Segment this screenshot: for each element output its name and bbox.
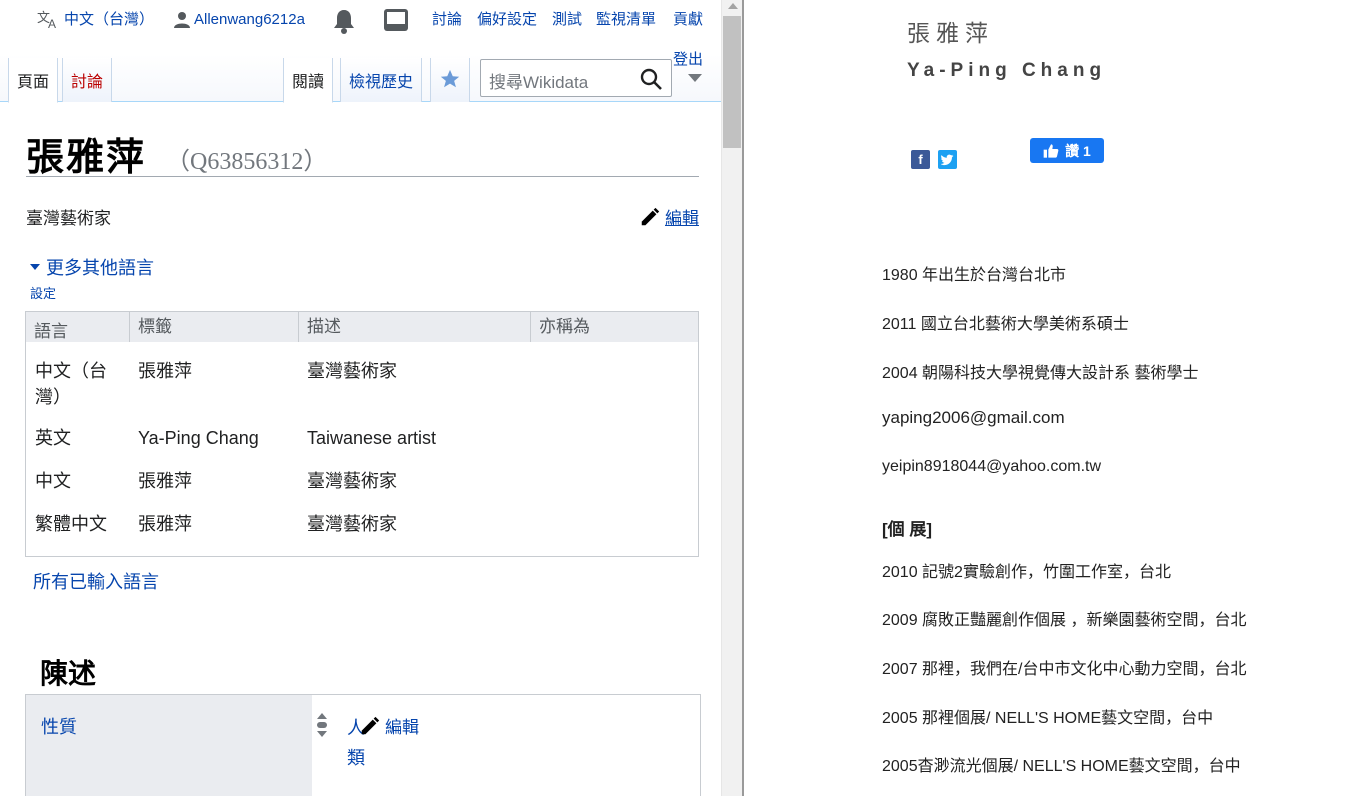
language-table: 語言 標籤 描述 亦稱為 中文（台灣） 張雅萍 臺灣藝術家 英文 Ya-Ping… (25, 311, 699, 557)
bio-line: 1980 年出生於台灣台北市 (882, 267, 1067, 284)
title-divider (26, 176, 699, 177)
svg-text:A: A (48, 17, 56, 30)
column-header-language: 語言 (34, 322, 68, 341)
search-placeholder: 搜尋Wikidata (489, 73, 589, 92)
table-cell-description: 臺灣藝術家 (307, 514, 397, 534)
tab-read[interactable]: 閱讀 (283, 58, 334, 103)
edit-label: 編輯 (665, 209, 699, 228)
statement-group: 性質 人類 編輯 (25, 694, 701, 796)
exhibition-item: 2005杳渺流光個展/ NELL'S HOME藝文空間，台中 (882, 758, 1241, 775)
more-actions-chevron-down-icon[interactable] (688, 74, 702, 82)
column-header-label: 標籤 (129, 312, 172, 342)
edit-statement-button[interactable]: 編輯 (359, 713, 419, 738)
artist-name-english: Ya-Ping Chang (907, 60, 1107, 81)
column-header-aliases: 亦稱為 (530, 312, 590, 342)
language-settings-link[interactable]: 設定 (30, 283, 56, 302)
email-line: yaping2006@gmail.com (882, 408, 1065, 427)
bio-line: 2004 朝陽科技大學視覺傳大設計系 藝術學士 (882, 365, 1199, 382)
inbox-icon (384, 9, 408, 31)
item-description: 臺灣藝術家 (26, 209, 111, 228)
bio-line: 2011 國立台北藝術大學美術系碩士 (882, 316, 1129, 333)
language-table-header (26, 312, 698, 342)
twitter-icon[interactable] (938, 150, 957, 169)
user-page-link[interactable]: Allenwang6212a (173, 8, 305, 32)
column-header-description: 描述 (298, 312, 341, 342)
username: Allenwang6212a (194, 11, 305, 28)
artist-profile-pane: 張雅萍 Ya-Ping Chang f 讚 1 1980 年出生於台灣台北市 2… (744, 0, 1346, 796)
personal-link-talk[interactable]: 討論 (432, 8, 462, 32)
solo-exhibitions-heading: [個 展] (882, 520, 933, 539)
bell-icon (334, 10, 354, 34)
exhibition-item: 2007 那裡，我們在/台中市文化中心動力空間，台北 (882, 661, 1247, 678)
table-cell-description: Taiwanese artist (307, 428, 437, 448)
table-cell-language: 英文 (35, 428, 71, 448)
search-input[interactable]: 搜尋Wikidata (480, 59, 672, 97)
edit-label: 編輯 (385, 718, 419, 737)
statements-heading: 陳述 (40, 657, 97, 690)
artist-name-chinese: 張雅萍 (907, 21, 994, 47)
thumbs-up-icon (1043, 143, 1059, 158)
user-icon (174, 12, 190, 28)
table-cell-description: 臺灣藝術家 (307, 471, 397, 491)
table-cell-label: 張雅萍 (138, 361, 192, 381)
table-cell-language: 中文（台灣） (35, 361, 107, 407)
exhibition-item: 2005 那裡個展/ NELL'S HOME藝文空間，台中 (882, 710, 1214, 727)
exhibition-item: 2009 腐敗正豔麗創作個展 ，新樂園藝術空間，台北 (882, 612, 1247, 629)
table-cell-label: 張雅萍 (138, 471, 192, 491)
table-cell-description: 臺灣藝術家 (307, 361, 397, 381)
facebook-icon[interactable]: f (911, 150, 930, 169)
email-line: yeipin8918044@yahoo.com.tw (882, 458, 1102, 475)
pencil-icon (361, 716, 380, 734)
watch-star-button[interactable] (430, 58, 470, 102)
facebook-like-button[interactable]: 讚 1 (1030, 138, 1104, 163)
more-languages-toggle[interactable]: 更多其他語言 (30, 254, 154, 280)
search-icon[interactable] (639, 67, 663, 91)
logout-link[interactable]: 登出 (673, 48, 703, 69)
like-count: 讚 1 (1065, 142, 1091, 159)
notifications-notice[interactable] (383, 8, 409, 32)
edit-description-button[interactable]: 編輯 (639, 204, 699, 229)
rank-icon[interactable] (315, 711, 329, 739)
scroll-up-arrow-icon[interactable] (728, 3, 738, 9)
pencil-icon (641, 207, 660, 225)
tab-page[interactable]: 頁面 (8, 58, 59, 103)
twitter-bird-icon (940, 154, 954, 166)
translate-icon: 文A (37, 10, 56, 30)
table-cell-label: 張雅萍 (138, 514, 192, 534)
uls-trigger[interactable]: 文A 中文（台灣） (36, 8, 154, 32)
scrollbar[interactable] (721, 0, 742, 796)
more-languages-label: 更多其他語言 (46, 258, 154, 278)
table-cell-language: 繁體中文 (35, 514, 107, 534)
personal-link-sandbox[interactable]: 測試 (552, 8, 582, 32)
page-title: 張雅萍 (26, 134, 147, 179)
interface-language: 中文（台灣） (64, 11, 155, 28)
tab-history[interactable]: 檢視歷史 (340, 58, 423, 102)
statement-property: 性質 (26, 695, 312, 796)
personal-link-watchlist[interactable]: 監視清單 (596, 8, 656, 32)
all-entered-languages-link[interactable]: 所有已輸入語言 (33, 568, 159, 594)
item-id: （Q63856312） (166, 149, 328, 175)
star-icon (440, 69, 460, 88)
personal-link-contributions[interactable]: 貢獻 (673, 8, 703, 32)
scrollbar-thumb[interactable] (723, 16, 741, 148)
table-cell-label: Ya-Ping Chang (138, 428, 259, 448)
wikidata-pane: 文A 中文（台灣） Allenwang6212a 討論 偏好設定 測試 監視清單… (0, 0, 721, 796)
table-cell-language: 中文 (35, 471, 71, 491)
notifications-alert[interactable] (332, 8, 356, 34)
property-link-instance-of[interactable]: 性質 (41, 713, 77, 739)
caret-down-icon (30, 264, 40, 270)
tab-talk[interactable]: 討論 (62, 58, 113, 102)
personal-link-preferences[interactable]: 偏好設定 (477, 8, 537, 32)
exhibition-item: 2010 記號2實驗創作，竹圍工作室，台北 (882, 564, 1171, 581)
